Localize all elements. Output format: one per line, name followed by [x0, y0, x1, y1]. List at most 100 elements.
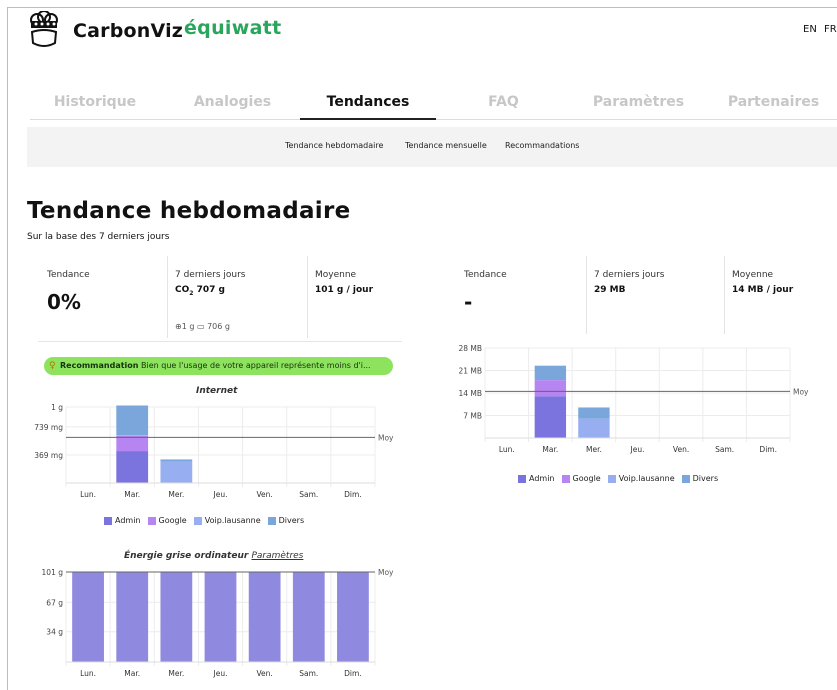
tab-historique[interactable]: Historique: [30, 92, 160, 120]
y-tick-label: 21 MB: [458, 367, 482, 376]
cloud-logo-icon: [30, 11, 58, 47]
globe-icon: ⊕: [175, 322, 182, 331]
divider: [586, 256, 587, 334]
co2-last7-label: 7 derniers jours: [175, 270, 246, 280]
bar-segment: [292, 572, 325, 662]
x-tick-label: Sam.: [299, 490, 318, 499]
bar-segment: [116, 435, 149, 436]
legend-label: Divers: [278, 516, 305, 525]
bar-segment: [204, 572, 237, 662]
legend-label: Divers: [692, 474, 719, 483]
settings-link[interactable]: Paramètres: [251, 551, 303, 561]
legend-label: Admin: [529, 474, 555, 483]
page-subtitle: Sur la base des 7 derniers jours: [27, 232, 170, 242]
x-tick-label: Mar.: [124, 669, 140, 678]
co2-avg-label: Moyenne: [315, 270, 357, 280]
x-tick-label: Jeu.: [630, 445, 645, 454]
tab-parametres[interactable]: Paramètres: [571, 92, 706, 120]
co2-trend-label: Tendance: [47, 270, 90, 280]
recommendation-text: Bien que l'usage de votre appareil repré…: [141, 361, 371, 370]
internet-chart-legend: Admin Google Voip.lausanne Divers: [100, 516, 304, 525]
bar-segment: [534, 396, 567, 438]
sub-nav: Tendance hebdomadaire Tendance mensuelle…: [27, 127, 837, 167]
main-nav: Historique Analogies Tendances FAQ Param…: [30, 92, 837, 120]
computer-chart-title: Énergie grise ordinateur Paramètres: [124, 551, 304, 561]
legend-swatch-voip: [607, 474, 616, 483]
co2-last7-value: CO2 707 g: [175, 285, 225, 297]
legend-swatch-google: [147, 516, 156, 525]
y-tick-label: 7 MB: [463, 412, 482, 421]
y-tick-label: 101 g: [42, 568, 64, 577]
legend-label: Voip.lausanne: [204, 516, 261, 525]
x-tick-label: Sam.: [715, 445, 734, 454]
co2-detail: ⊕1 g ▭ 706 g: [175, 322, 230, 331]
x-tick-label: Ven.: [256, 669, 272, 678]
x-tick-label: Jeu.: [213, 490, 228, 499]
divider: [307, 256, 308, 338]
bar-segment: [116, 572, 149, 662]
x-tick-label: Dim.: [759, 445, 777, 454]
x-tick-label: Mer.: [586, 445, 602, 454]
y-tick-label: 739 mg: [34, 423, 63, 432]
tab-tendances[interactable]: Tendances: [300, 92, 436, 120]
bar-segment: [534, 365, 567, 381]
bar-segment: [160, 459, 193, 462]
legend-swatch-divers: [681, 474, 690, 483]
x-tick-label: Sam.: [299, 669, 318, 678]
tab-faq[interactable]: FAQ: [436, 92, 571, 120]
bar-segment: [337, 572, 369, 662]
legend-swatch-voip: [193, 516, 202, 525]
subnav-recommendations[interactable]: Recommandations: [505, 141, 579, 150]
subnav-monthly[interactable]: Tendance mensuelle: [405, 141, 487, 150]
lang-en-link[interactable]: EN: [803, 24, 817, 35]
x-tick-label: Lun.: [80, 669, 96, 678]
x-tick-label: Mar.: [542, 445, 558, 454]
bar-segment: [116, 405, 149, 436]
bar-segment: [248, 572, 281, 662]
y-tick-label: 1 g: [51, 403, 63, 412]
legend-label: Google: [158, 516, 187, 525]
bar-segment: [72, 572, 104, 662]
bar-segment: [160, 461, 193, 483]
x-tick-label: Mer.: [168, 490, 184, 499]
data-volume-chart: 28 MB 21 MB 14 MB 7 MB Lun. Mar. Mer. Jeu. Ven. S…: [458, 344, 809, 454]
divider: [724, 256, 725, 334]
x-tick-label: Ven.: [673, 445, 689, 454]
bar-segment: [578, 418, 610, 438]
y-tick-label: 28 MB: [458, 344, 482, 353]
y-tick-label: 369 mg: [34, 451, 63, 460]
recommendation-banner[interactable]: ♀ Recommandation Bien que l'usage de vot…: [44, 357, 393, 375]
bar-segment: [160, 572, 193, 662]
x-tick-label: Lun.: [499, 445, 515, 454]
internet-chart: 1 g 739 mg 369 mg Lun. Mar. Mer. Jeu. Ven. Sam. D…: [34, 403, 394, 499]
legend-label: Voip.lausanne: [618, 474, 675, 483]
page-title: Tendance hebdomadaire: [27, 198, 351, 224]
x-tick-label: Jeu.: [213, 669, 228, 678]
data-avg-value: 14 MB / jour: [732, 285, 794, 295]
bar-segment: [116, 435, 149, 452]
average-label: Moy: [378, 433, 394, 442]
recommendation-label: Recommandation: [60, 361, 139, 370]
tab-analogies[interactable]: Analogies: [165, 92, 300, 120]
legend-swatch-admin: [104, 516, 112, 525]
bar-segment: [534, 380, 567, 397]
tab-partenaires[interactable]: Partenaires: [706, 92, 837, 120]
y-tick-label: 14 MB: [458, 389, 482, 398]
lang-fr-link[interactable]: FR: [824, 24, 837, 35]
partner-logo[interactable]: équiwatt: [184, 17, 281, 39]
x-tick-label: Mar.: [124, 490, 140, 499]
x-tick-label: Mer.: [168, 669, 184, 678]
app-name: CarbonViz: [73, 20, 184, 42]
y-tick-label: 67 g: [46, 598, 63, 607]
laptop-icon: ▭: [196, 322, 205, 331]
data-last7-label: 7 derniers jours: [594, 270, 665, 280]
average-label: Moy: [378, 568, 394, 577]
data-last7-value: 29 MB: [594, 285, 626, 295]
bar-segment: [578, 407, 610, 419]
data-chart-legend: Admin Google Voip.lausanne Divers: [514, 474, 718, 483]
subnav-weekly[interactable]: Tendance hebdomadaire: [285, 141, 383, 150]
data-trend-value: -: [464, 290, 473, 314]
computer-chart: 101 g 67 g 34 g Lun. Mar. Mer. Jeu. Ven. Sam. Dim…: [42, 568, 395, 678]
co2-trend-value: 0%: [47, 290, 81, 314]
legend-label: Google: [572, 474, 601, 483]
